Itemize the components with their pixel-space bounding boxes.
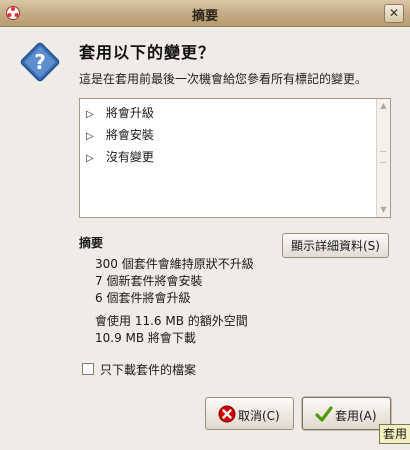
- tree-row-unchanged[interactable]: ▷ 沒有變更: [80, 146, 390, 168]
- summary-line-upgrade: 6 個套件將會升級: [95, 291, 191, 305]
- expander-icon[interactable]: ▷: [86, 148, 100, 170]
- download-size-line: 10.9 MB 將會下載: [95, 331, 196, 345]
- svg-text:?: ?: [34, 50, 46, 74]
- apply-tooltip: 套用: [379, 424, 410, 444]
- cancel-icon: [218, 405, 236, 423]
- summary-line-kept: 300 個套件會維持原狀不升級: [95, 257, 254, 271]
- show-details-button[interactable]: 顯示詳細資料(S): [282, 233, 389, 258]
- download-only-label[interactable]: 只下載套件的檔案: [100, 361, 196, 378]
- tree-row-install[interactable]: ▷ 將會安裝: [80, 124, 390, 146]
- dialog-heading: 套用以下的變更？: [79, 43, 216, 62]
- scroll-grip[interactable]: [380, 151, 386, 163]
- summary-list: 300 個套件會維持原狀不升級 7 個新套件將會安裝 6 個套件將會升級: [95, 256, 254, 307]
- checkmark-icon: [315, 406, 333, 422]
- tree-row-upgrade[interactable]: ▷ 將會升級: [80, 102, 390, 124]
- changes-tree[interactable]: ▷ 將會升級 ▷ 將會安裝 ▷ 沒有變更 ▲ ▼: [79, 98, 391, 218]
- tree-label: 將會安裝: [105, 128, 154, 142]
- cancel-label: 取消(C): [238, 409, 280, 423]
- scroll-up-icon[interactable]: ▲: [377, 99, 390, 113]
- scroll-down-icon[interactable]: ▼: [377, 203, 390, 217]
- disk-space-line: 會使用 11.6 MB 的額外空間: [95, 314, 248, 328]
- tree-scrollbar[interactable]: ▲ ▼: [376, 99, 390, 217]
- apply-label: 套用(A): [335, 409, 377, 423]
- expander-icon[interactable]: ▷: [86, 104, 100, 126]
- title-bar[interactable]: 摘要 ✕: [0, 0, 410, 27]
- question-icon: ?: [20, 42, 60, 82]
- tree-label: 沒有變更: [105, 150, 154, 164]
- summary-label: 摘要: [79, 236, 104, 250]
- summary-line-install: 7 個新套件將會安裝: [95, 274, 203, 288]
- close-button[interactable]: ✕: [384, 4, 404, 23]
- dialog-subtitle: 這是在套用前最後一次機會給您參看所有標記的變更。: [79, 72, 368, 86]
- tree-label: 將會升級: [105, 106, 154, 120]
- space-info: 會使用 11.6 MB 的額外空間 10.9 MB 將會下載: [95, 313, 248, 347]
- window-title: 摘要: [191, 9, 218, 24]
- cancel-button[interactable]: 取消(C): [205, 397, 294, 430]
- apply-button[interactable]: 套用(A): [302, 397, 391, 430]
- download-only-checkbox[interactable]: [82, 363, 94, 375]
- expander-icon[interactable]: ▷: [86, 126, 100, 148]
